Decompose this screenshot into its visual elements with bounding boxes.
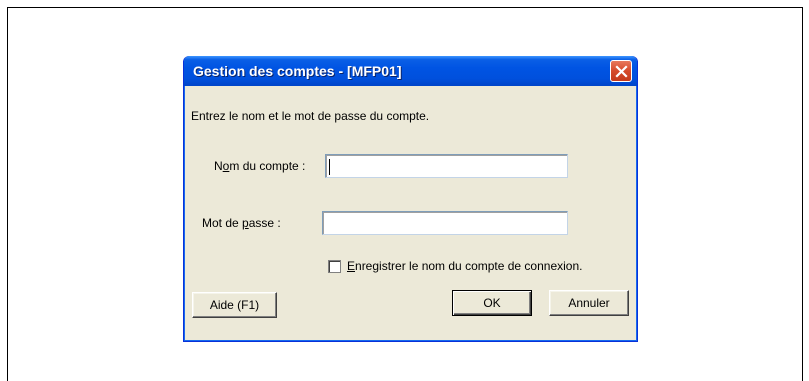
account-name-input[interactable] bbox=[325, 154, 568, 178]
account-management-dialog: Gestion des comptes - [MFP01] Entrez le … bbox=[183, 56, 638, 342]
close-icon bbox=[615, 65, 628, 78]
close-button[interactable] bbox=[610, 60, 632, 82]
password-input[interactable] bbox=[322, 211, 568, 235]
ok-button[interactable]: OK bbox=[452, 290, 532, 316]
help-button[interactable]: Aide (F1) bbox=[192, 292, 277, 318]
cancel-button[interactable]: Annuler bbox=[549, 290, 629, 316]
save-account-name-checkbox[interactable] bbox=[328, 260, 341, 273]
password-label: Mot de passe : bbox=[202, 216, 281, 230]
instruction-text: Entrez le nom et le mot de passe du comp… bbox=[191, 109, 430, 123]
text-cursor bbox=[329, 159, 330, 175]
save-account-name-label[interactable]: Enregistrer le nom du compte de connexio… bbox=[347, 259, 582, 273]
account-name-label: Nom du compte : bbox=[214, 159, 306, 173]
dialog-titlebar[interactable]: Gestion des comptes - [MFP01] bbox=[184, 56, 637, 86]
dialog-title: Gestion des comptes - [MFP01] bbox=[193, 63, 402, 79]
